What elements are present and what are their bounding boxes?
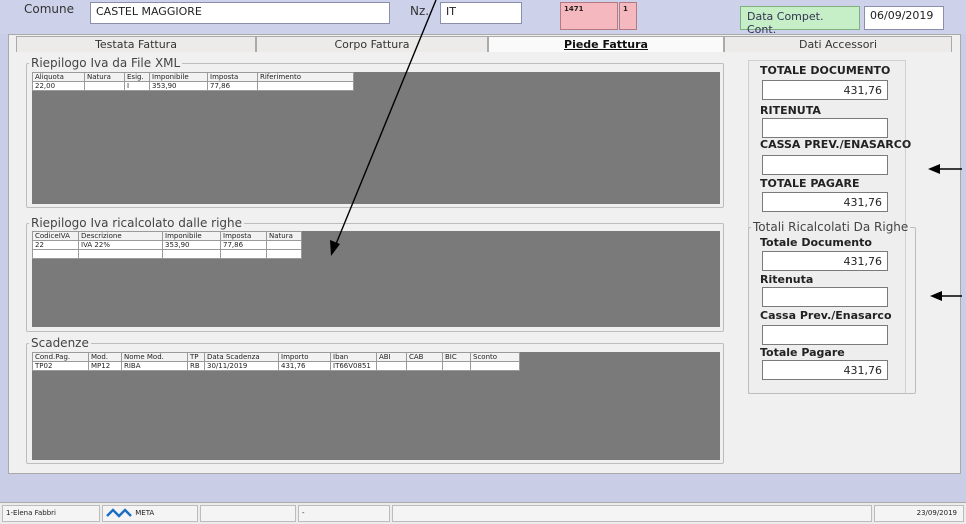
status-message [392, 505, 872, 522]
diagonal-arrow-icon [330, 0, 437, 256]
status-user: 1-Elena Fabbri [2, 505, 100, 522]
left-arrow-icon [930, 291, 962, 301]
status-app: META [102, 505, 198, 522]
status-empty [200, 505, 296, 522]
status-bar: 1-Elena Fabbri META - 23/09/2019 [0, 502, 966, 524]
annotation-overlay [330, 0, 962, 301]
status-middle: - [298, 505, 390, 522]
left-arrow-icon [928, 164, 962, 174]
status-app-label: META [135, 509, 155, 517]
meta-logo-icon [106, 508, 132, 518]
status-date: 23/09/2019 [874, 505, 964, 522]
